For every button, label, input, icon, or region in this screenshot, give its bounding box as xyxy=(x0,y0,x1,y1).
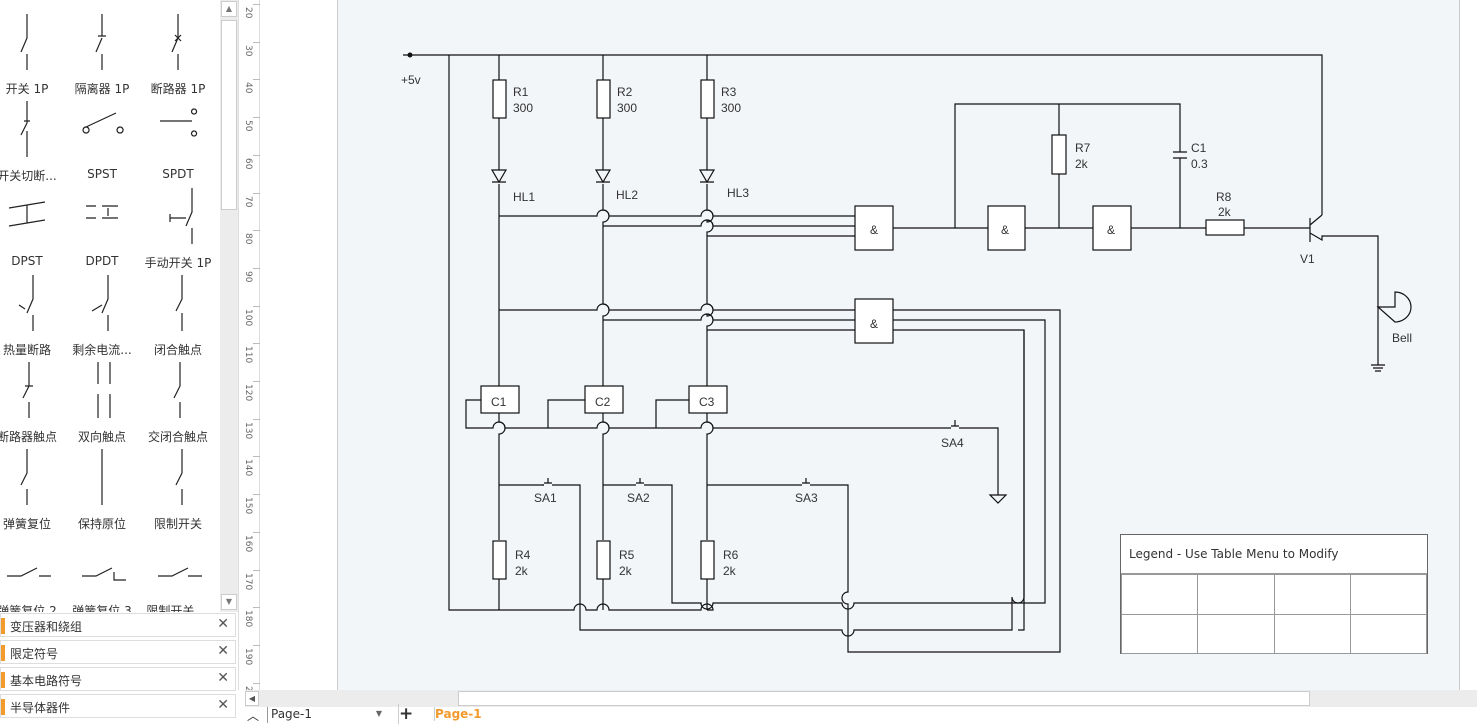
wire xyxy=(547,399,585,428)
switch-sa1 xyxy=(542,478,552,486)
transistor-v1 xyxy=(1309,214,1379,365)
wire xyxy=(499,303,855,311)
capacitor-plates xyxy=(1173,151,1187,159)
component-label: HL1 xyxy=(513,190,535,204)
ground-bell xyxy=(1371,364,1385,372)
close-category-icon[interactable]: ✕ xyxy=(217,697,229,713)
component-label: HL3 xyxy=(727,186,749,200)
component-label: C3 xyxy=(699,395,715,409)
component-label: SA4 xyxy=(941,436,964,450)
component-label: V1 xyxy=(1300,252,1315,266)
led-symbol xyxy=(490,169,508,184)
legend-grid[interactable] xyxy=(1120,574,1428,654)
resistor-r6 xyxy=(700,540,715,580)
wire xyxy=(603,319,1046,610)
wire xyxy=(603,219,855,227)
shape-category[interactable]: 半导体器件 ✕ xyxy=(0,694,236,718)
resistor-r5 xyxy=(596,540,611,580)
component-label: R1 xyxy=(513,85,529,99)
wire xyxy=(707,309,1061,653)
supply-label: +5v xyxy=(401,73,421,87)
legend-title: Legend - Use Table Menu to Modify xyxy=(1121,535,1427,574)
component-label: 300 xyxy=(513,101,533,115)
switch-sa4 xyxy=(951,420,959,427)
page-tabs-bar: ︿ Page-1 ▼ + Page-1 xyxy=(238,704,1477,724)
component-label: HL2 xyxy=(616,188,638,202)
add-page-button[interactable]: + xyxy=(398,704,413,724)
wire xyxy=(1018,330,1025,631)
scroll-left-arrow-icon[interactable]: ◀ xyxy=(245,691,259,706)
component-label: C1 xyxy=(1191,141,1207,155)
component-label: 0.3 xyxy=(1191,157,1208,171)
component-label: SA1 xyxy=(534,491,557,505)
component-label: 300 xyxy=(721,101,741,115)
component-label: SA3 xyxy=(795,491,818,505)
collapse-chevron-up-icon[interactable]: ︿ xyxy=(247,707,259,724)
resistor-r2 xyxy=(596,79,611,119)
page-select-value: Page-1 xyxy=(271,707,313,721)
component-label: 2k xyxy=(515,564,529,578)
component-label: & xyxy=(870,317,878,331)
wire xyxy=(603,313,855,321)
component-label: & xyxy=(870,223,878,237)
ground-sa4 xyxy=(988,494,1008,504)
category-marker xyxy=(1,699,5,715)
h-scrollbar-thumb[interactable] xyxy=(458,691,1310,706)
page-tab-active[interactable]: Page-1 xyxy=(434,707,482,721)
component-label: Bell xyxy=(1392,331,1412,345)
supply-terminal xyxy=(407,52,413,58)
switch-sa2 xyxy=(636,478,644,484)
component-label: R5 xyxy=(619,548,635,562)
switch-sa3 xyxy=(802,478,810,484)
bell-symbol xyxy=(1376,291,1412,323)
resistor-r1 xyxy=(492,79,507,119)
component-label: R7 xyxy=(1075,141,1091,155)
column-3 xyxy=(706,55,714,610)
category-label: 半导体器件 xyxy=(10,701,71,715)
led-symbol xyxy=(698,169,716,184)
component-label: C2 xyxy=(595,395,611,409)
component-label: R4 xyxy=(515,548,531,562)
supply-rail xyxy=(403,54,1323,215)
horizontal-scrollbar[interactable]: ◀ xyxy=(245,690,1477,707)
component-label: R6 xyxy=(723,548,739,562)
resistor-r8 xyxy=(1205,219,1245,236)
left-bus xyxy=(448,55,714,611)
component-label: R2 xyxy=(617,85,633,99)
column-1 xyxy=(498,55,506,610)
led-symbol xyxy=(594,169,612,184)
component-label: SA2 xyxy=(627,491,650,505)
column-2 xyxy=(602,55,610,610)
component-label: 2k xyxy=(723,564,737,578)
wire xyxy=(655,399,689,428)
resistor-r3 xyxy=(700,79,715,119)
wire xyxy=(499,329,1025,637)
component-label: & xyxy=(1001,223,1009,237)
component-label: 300 xyxy=(617,101,637,115)
component-label: C1 xyxy=(491,395,507,409)
legend-table[interactable]: Legend - Use Table Menu to Modify xyxy=(1120,534,1428,654)
dropdown-arrow-icon: ▼ xyxy=(375,709,382,718)
component-label: & xyxy=(1107,223,1115,237)
wire xyxy=(499,209,855,217)
component-label: 2k xyxy=(619,564,633,578)
resistor-r7 xyxy=(1051,134,1067,175)
resistor-r4 xyxy=(492,540,507,580)
component-label: 2k xyxy=(1218,205,1232,219)
wire xyxy=(465,399,999,495)
component-label: 2k xyxy=(1075,157,1089,171)
component-label: R3 xyxy=(721,85,737,99)
component-label: R8 xyxy=(1216,190,1232,204)
page-select[interactable]: Page-1 ▼ xyxy=(267,707,385,723)
